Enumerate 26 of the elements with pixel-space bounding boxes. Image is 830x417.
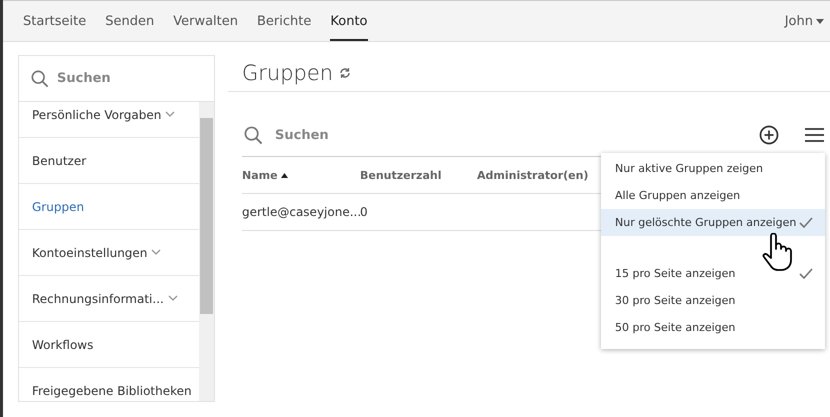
nav-tab[interactable]: Konto (330, 1, 368, 41)
page-title: Gruppen (242, 61, 334, 85)
user-menu[interactable]: John (784, 1, 824, 41)
menu-item[interactable]: Alle Gruppen anzeigen (601, 182, 825, 209)
nav-tab[interactable]: Senden (105, 1, 154, 41)
menu-icon[interactable] (805, 127, 824, 143)
menu-item[interactable]: Nur aktive Gruppen zeigen (601, 155, 825, 182)
nav-tab[interactable]: Verwalten (173, 1, 238, 41)
scrollbar[interactable] (199, 102, 214, 401)
menu-item[interactable]: Nur gelöschte Gruppen anzeigen (601, 209, 825, 236)
search-icon (31, 70, 49, 88)
menu-item[interactable]: 15 pro Seite anzeigen (601, 260, 825, 287)
caret-icon (816, 18, 824, 24)
refresh-icon[interactable] (339, 67, 352, 79)
column-header[interactable]: Administrator(en) (477, 168, 592, 182)
table-cell: gertle@caseyjone... (242, 205, 360, 219)
nav-tab[interactable]: Startseite (23, 1, 86, 41)
search-icon (244, 126, 263, 144)
add-icon[interactable] (759, 125, 779, 145)
menu-item[interactable]: 50 pro Seite anzeigen (601, 314, 825, 341)
menu-item[interactable]: 30 pro Seite anzeigen (601, 287, 825, 314)
table-cell-text: 0 (360, 205, 369, 219)
hand-pointer-icon (762, 233, 792, 273)
column-header[interactable]: Name (242, 168, 360, 182)
nav-tab[interactable]: Berichte (257, 1, 312, 41)
column-header[interactable]: Benutzerzahl (360, 168, 477, 182)
